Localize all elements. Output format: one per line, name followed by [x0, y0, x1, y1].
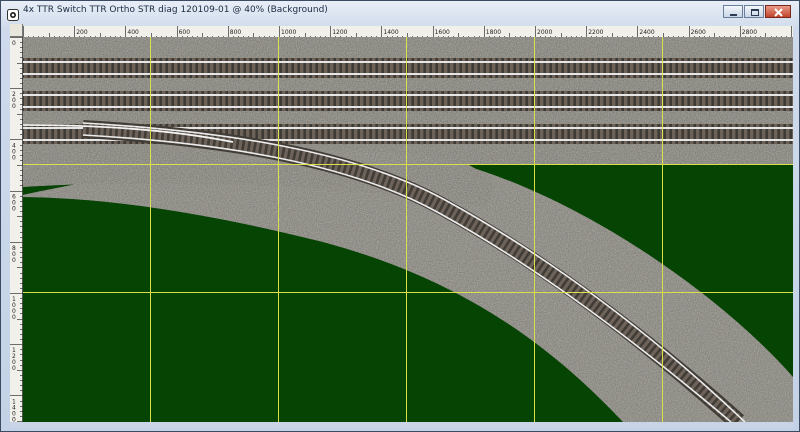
close-icon [774, 8, 783, 17]
ruler-corner [10, 24, 23, 37]
svg-text:0: 0 [12, 314, 16, 321]
ruler-label: 200 [12, 91, 16, 110]
ruler-label: 800 [230, 29, 242, 36]
ruler-label: 400 [127, 29, 139, 36]
svg-text:0: 0 [12, 154, 16, 161]
ruler-label: 2800 [742, 29, 757, 36]
image-window: 4x TTR Switch TTR Ortho STR diag 120109-… [0, 0, 800, 432]
app-icon[interactable] [7, 6, 19, 21]
horizontal-ruler[interactable]: 200 400 600 800 1000 1200 1400 1600 1800 2000 2200… [23, 24, 793, 37]
ruler-label: 2600 [691, 29, 706, 36]
close-button[interactable] [765, 5, 791, 18]
ruler-label: 0 [12, 40, 16, 47]
image-canvas[interactable] [23, 37, 793, 422]
ruler-label: 1200 [332, 29, 347, 36]
window-bottom-border [10, 422, 793, 428]
ruler-label: 1000 [281, 29, 296, 36]
ruler-label: 2400 [639, 29, 654, 36]
maximize-icon [751, 9, 759, 16]
svg-text:0: 0 [12, 257, 16, 264]
ruler-label: 1800 [486, 29, 501, 36]
ruler-label: 600 [179, 29, 191, 36]
ruler-label: 200 [76, 29, 88, 36]
horizontal-ruler-ticks: 200 400 600 800 1000 1200 1400 1600 1800 2000 2200… [23, 26, 793, 37]
ruler-label: 400 [12, 142, 16, 161]
window-title: 4x TTR Switch TTR Ortho STR diag 120109-… [23, 5, 328, 15]
ruler-label: 600 [12, 194, 16, 213]
track-layout-image [23, 37, 793, 422]
ruler-label: 800 [12, 245, 16, 264]
vertical-ruler-ticks: 0200400600800100012001400 [10, 37, 23, 422]
svg-text:0: 0 [12, 365, 16, 372]
title-bar[interactable]: 4x TTR Switch TTR Ortho STR diag 120109-… [1, 1, 799, 23]
ruler-label: 1600 [435, 29, 450, 36]
ruler-label: 1200 [12, 347, 16, 372]
ruler-label: 2200 [588, 29, 603, 36]
ruler-label: 1400 [383, 29, 398, 36]
ruler-label: 2000 [537, 29, 552, 36]
straight-track-1 [23, 58, 793, 78]
vertical-ruler[interactable]: 0200400600800100012001400 [10, 37, 23, 422]
ruler-label: 1000 [12, 296, 16, 321]
svg-text:0: 0 [12, 40, 16, 47]
minimize-button[interactable] [723, 5, 743, 18]
svg-text:0: 0 [12, 103, 16, 110]
maximize-button[interactable] [744, 5, 764, 18]
ruler-label: 1400 [12, 398, 16, 422]
minimize-icon [730, 14, 737, 16]
svg-text:0: 0 [12, 206, 16, 213]
straight-track-2 [23, 91, 793, 111]
